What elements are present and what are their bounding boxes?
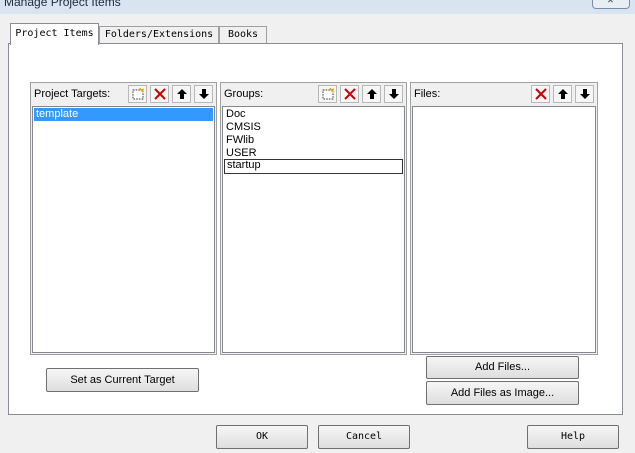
list-item[interactable]: FWlib xyxy=(224,134,403,147)
list-item[interactable]: template xyxy=(34,108,213,121)
help-button[interactable]: Help xyxy=(527,425,619,449)
tab-label: Folders/Extensions xyxy=(104,29,214,40)
list-item[interactable]: Doc xyxy=(224,108,403,121)
groups-list[interactable]: Doc CMSIS FWlib USER startup xyxy=(222,106,405,353)
groups-panel: Groups: Doc CMSIS FWlib USER startup xyxy=(220,82,407,355)
project-targets-panel: Project Targets: template xyxy=(30,82,217,355)
move-file-up-button[interactable] xyxy=(553,85,572,103)
tab-label: Books xyxy=(227,29,259,40)
new-target-button[interactable] xyxy=(128,85,147,103)
delete-file-button[interactable] xyxy=(531,85,550,103)
new-item-icon xyxy=(132,87,144,100)
window-title: Manage Project Items xyxy=(4,0,121,9)
arrow-up-icon xyxy=(557,89,568,99)
tab-project-items[interactable]: Project Items xyxy=(10,23,99,45)
project-targets-label: Project Targets: xyxy=(34,88,111,100)
files-panel: Files: xyxy=(410,82,598,355)
arrow-down-icon xyxy=(388,89,399,99)
move-target-down-button[interactable] xyxy=(194,85,213,103)
ok-button[interactable]: OK xyxy=(216,425,308,449)
move-file-down-button[interactable] xyxy=(575,85,594,103)
arrow-up-icon xyxy=(366,89,377,99)
title-bar: Manage Project Items xyxy=(0,0,635,14)
add-files-as-image-button[interactable]: Add Files as Image... xyxy=(426,381,579,405)
delete-icon xyxy=(153,88,166,100)
add-files-button[interactable]: Add Files... xyxy=(426,356,579,379)
delete-icon xyxy=(343,88,356,100)
delete-group-button[interactable] xyxy=(340,85,359,103)
panel-header: Project Targets: xyxy=(31,83,216,105)
panel-header: Files: xyxy=(411,83,597,105)
list-item[interactable]: startup xyxy=(224,159,403,174)
new-item-icon xyxy=(322,87,334,100)
close-icon[interactable] xyxy=(592,0,630,9)
groups-label: Groups: xyxy=(224,88,264,100)
tab-label: Project Items xyxy=(15,28,94,39)
arrow-down-icon xyxy=(579,89,590,99)
new-group-button[interactable] xyxy=(318,85,337,103)
arrow-up-icon xyxy=(176,89,187,99)
delete-icon xyxy=(534,88,547,100)
set-as-current-target-button[interactable]: Set as Current Target xyxy=(46,368,199,392)
files-label: Files: xyxy=(414,88,441,100)
arrow-down-icon xyxy=(198,89,209,99)
cancel-button[interactable]: Cancel xyxy=(318,425,410,449)
move-group-up-button[interactable] xyxy=(362,85,381,103)
delete-target-button[interactable] xyxy=(150,85,169,103)
panel-header: Groups: xyxy=(221,83,406,105)
move-target-up-button[interactable] xyxy=(172,85,191,103)
move-group-down-button[interactable] xyxy=(384,85,403,103)
list-item[interactable]: CMSIS xyxy=(224,121,403,134)
files-list[interactable] xyxy=(412,106,596,353)
project-targets-list[interactable]: template xyxy=(32,106,215,353)
